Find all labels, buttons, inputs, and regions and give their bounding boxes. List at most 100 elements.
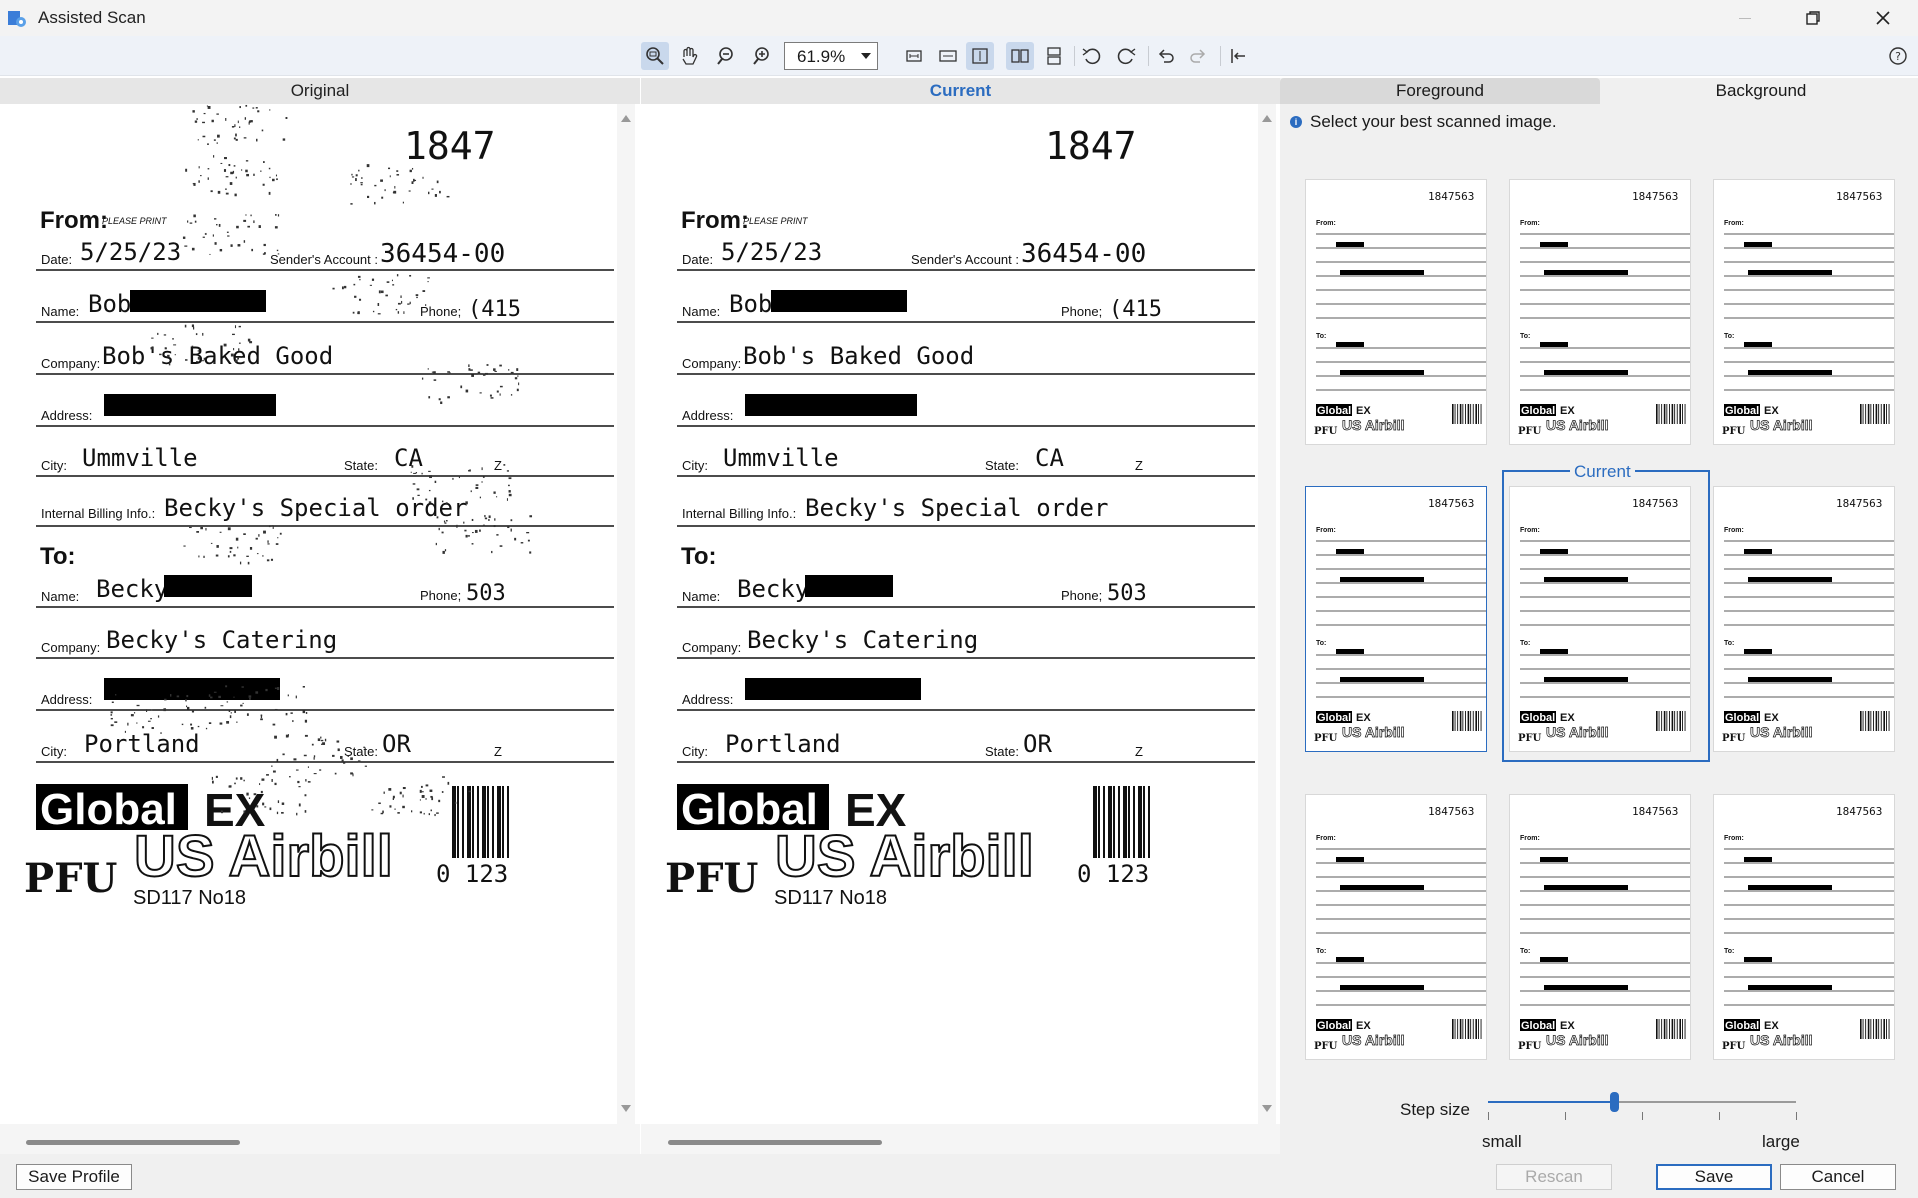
fit-page-button[interactable]	[900, 42, 928, 70]
scan-noise	[290, 712, 293, 714]
fit-height-button[interactable]	[966, 42, 994, 70]
scan-thumbnail[interactable]: 1847563 From: To: Global EX US Airbill PFU	[1509, 794, 1691, 1060]
scan-noise	[384, 189, 386, 192]
original-scroll-thumb[interactable]	[26, 1140, 240, 1145]
scan-thumbnail[interactable]: 1847563 From: To: Global EX US Airbill PFU	[1713, 794, 1895, 1060]
scan-noise	[436, 812, 439, 814]
pan-tool-button[interactable]	[675, 42, 703, 70]
original-vertical-scrollbar[interactable]	[617, 104, 635, 1124]
scan-noise	[506, 470, 510, 472]
scan-noise	[243, 137, 247, 139]
scan-noise	[343, 762, 346, 764]
scan-noise	[434, 194, 437, 197]
scan-noise	[249, 697, 251, 700]
thumb-redaction	[1744, 957, 1772, 962]
scan-noise	[350, 203, 353, 205]
scan-noise	[388, 788, 392, 791]
redo-button[interactable]	[1184, 42, 1212, 70]
scan-noise	[359, 278, 361, 281]
scan-noise	[471, 532, 474, 534]
rotate-left-button[interactable]	[1078, 42, 1106, 70]
scan-noise	[147, 720, 151, 722]
scan-noise	[234, 325, 237, 329]
from-heading: From:	[40, 207, 108, 234]
scan-noise	[142, 726, 145, 729]
handwritten-value: Becky's Special order	[164, 494, 467, 522]
fit-width-button[interactable]	[934, 42, 962, 70]
form-number: SD117 No18	[133, 887, 246, 909]
zoom-in-button[interactable]	[747, 42, 775, 70]
scan-noise	[219, 531, 222, 533]
hand-icon	[682, 46, 698, 65]
current-horizontal-scrollbar[interactable]	[641, 1124, 1280, 1154]
scan-noise	[197, 725, 200, 728]
tab-foreground[interactable]: Foreground	[1280, 78, 1600, 104]
scan-noise	[430, 809, 432, 812]
thumb-redaction	[1336, 649, 1364, 654]
thumb-barcode-bar	[1674, 1019, 1676, 1039]
scan-noise	[246, 713, 249, 716]
thumb-barcode-bar	[1658, 404, 1660, 424]
original-image-pane[interactable]: 1847 From: PLEASE PRINT Date: 5/25/23 Name: Bo…	[0, 104, 614, 1124]
close-button[interactable]	[1856, 0, 1910, 36]
scan-noise	[293, 758, 297, 761]
save-profile-button[interactable]: Save Profile	[16, 1164, 132, 1190]
scan-noise	[484, 372, 488, 375]
current-vertical-scrollbar[interactable]	[1258, 104, 1276, 1124]
cancel-button[interactable]: Cancel	[1780, 1164, 1896, 1190]
scan-noise	[248, 121, 250, 125]
scan-noise	[271, 765, 273, 767]
scan-noise	[193, 214, 196, 218]
scan-noise	[499, 545, 503, 547]
zoom-tool-button[interactable]	[641, 42, 669, 70]
scan-thumbnail[interactable]: 1847563 From: To: Global EX US Airbill PFU	[1713, 486, 1895, 752]
reset-icon	[1231, 49, 1245, 63]
zoom-level-select[interactable]: 61.9%	[784, 42, 878, 70]
thumb-barcode-bar	[1669, 404, 1670, 424]
scan-noise	[275, 174, 278, 177]
step-small-label: small	[1482, 1132, 1522, 1151]
reset-button[interactable]	[1224, 42, 1252, 70]
close-icon	[1876, 11, 1890, 25]
help-button[interactable]: ?	[1884, 42, 1912, 70]
scan-thumbnail[interactable]: 1847563 From: To: Global EX US Airbill PFU	[1305, 179, 1487, 445]
scan-noise	[269, 176, 271, 179]
scan-noise	[340, 755, 343, 759]
scan-noise	[380, 179, 383, 182]
scan-noise	[508, 477, 512, 480]
original-horizontal-scrollbar[interactable]	[0, 1124, 640, 1154]
thumb-barcode-bar	[1880, 404, 1882, 424]
scan-noise	[230, 712, 233, 714]
scan-thumbnail[interactable]: 1847563 From: To: Global EX US Airbill PFU	[1305, 486, 1487, 752]
minimize-button[interactable]	[1718, 0, 1772, 36]
field-label: Address:	[682, 692, 733, 707]
scan-thumbnail[interactable]: 1847563 From: To: Global EX US Airbill PFU	[1713, 179, 1895, 445]
scan-thumbnail[interactable]: 1847563 From: To: Global EX US Airbill PFU	[1305, 794, 1487, 1060]
scan-noise	[434, 480, 437, 484]
step-size-slider-thumb[interactable]	[1610, 1092, 1620, 1112]
undo-button[interactable]	[1152, 42, 1180, 70]
rescan-button[interactable]: Rescan	[1496, 1164, 1612, 1190]
thumbnail-scan-image: 1847563 From: To: Global EXUS Airbill PFU	[1722, 190, 1894, 437]
current-image-pane[interactable]: 1847 From: PLEASE PRINT Date: 5/25/23 Name: Bo…	[641, 104, 1255, 1124]
scan-noise	[217, 134, 220, 138]
scan-noise	[220, 810, 223, 813]
scan-noise	[467, 535, 470, 537]
zoom-out-button[interactable]	[713, 42, 741, 70]
scan-thumbnail[interactable]: 1847563 From: To: Global EX US Airbill PFU	[1509, 179, 1691, 445]
save-button[interactable]: Save	[1656, 1164, 1772, 1190]
current-scroll-thumb[interactable]	[668, 1140, 882, 1145]
scan-noise	[402, 201, 404, 204]
scan-noise	[422, 290, 426, 292]
scan-noise	[438, 799, 441, 803]
scan-noise	[214, 242, 217, 245]
tab-background[interactable]: Background	[1604, 78, 1918, 104]
scan-noise	[212, 234, 214, 237]
restore-button[interactable]	[1786, 0, 1840, 36]
scan-noise	[364, 765, 367, 767]
side-by-side-button[interactable]	[1006, 42, 1034, 70]
rotate-right-button[interactable]	[1112, 42, 1140, 70]
thumb-from: From:	[1316, 835, 1336, 842]
redaction-bar	[745, 678, 921, 700]
stacked-view-button[interactable]	[1040, 42, 1068, 70]
